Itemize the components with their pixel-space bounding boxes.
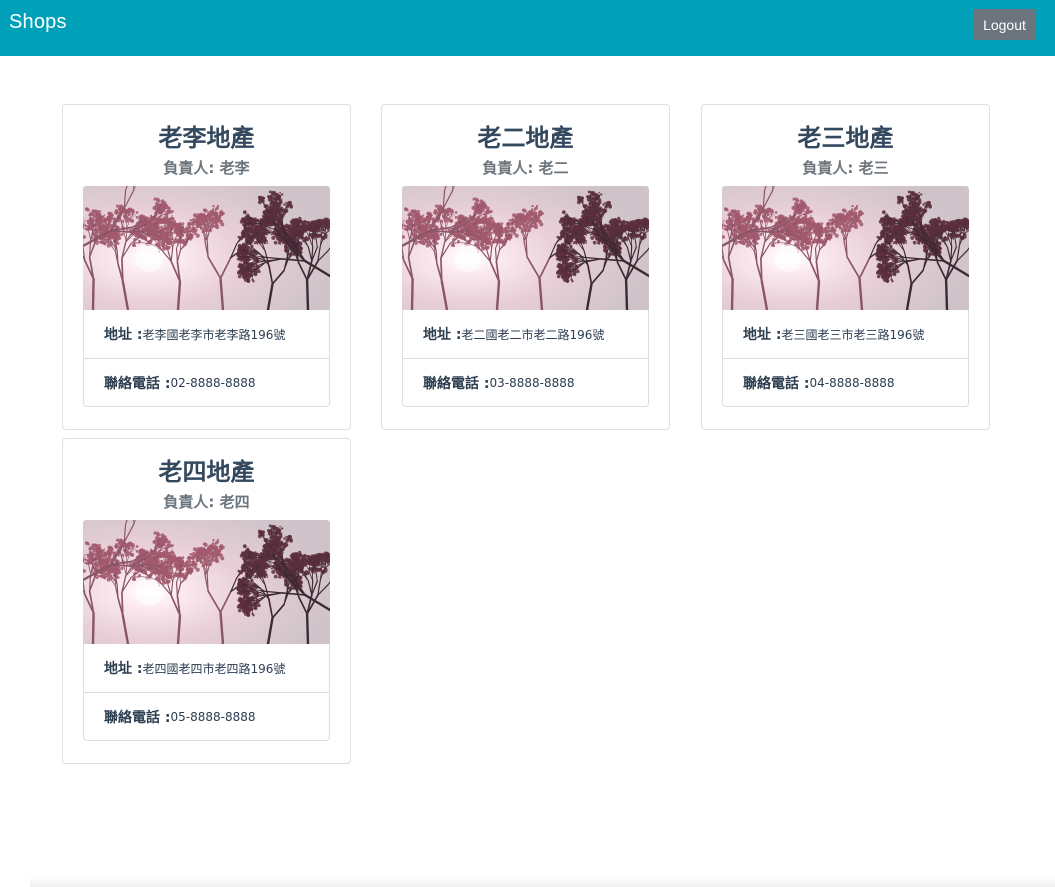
shop-photo: [402, 186, 649, 310]
bottom-shadow: [30, 875, 1055, 887]
address-item: 地址 : 老李國老李市老李路196號: [84, 310, 329, 358]
shop-info-list: 地址 : 老二國老二市老二路196號 聯絡電話 :03-8888-8888: [402, 310, 649, 407]
shop-card: 老四地產 負責人: 老四 地址 : 老四國老四市老四路196號 聯絡電話 :05-…: [62, 438, 351, 764]
address-label: 地址 :: [104, 327, 143, 343]
shop-name: 老三地產: [797, 124, 894, 152]
shop-manager: 負責人: 老三: [802, 159, 889, 177]
logout-button[interactable]: Logout: [973, 9, 1036, 40]
phone-label: 聯絡電話 :: [104, 375, 171, 392]
address-item: 地址 : 老四國老四市老四路196號: [84, 644, 329, 692]
shop-card: 老三地產 負責人: 老三 地址 : 老三國老三市老三路196號 聯絡電話 :04-…: [701, 104, 990, 430]
shop-info-list: 地址 : 老三國老三市老三路196號 聯絡電話 :04-8888-8888: [722, 310, 969, 407]
phone-item: 聯絡電話 :03-8888-8888: [403, 358, 648, 406]
shop-manager: 負責人: 老四: [163, 493, 250, 511]
shop-info-list: 地址 : 老李國老李市老李路196號 聯絡電話 :02-8888-8888: [83, 310, 330, 407]
address-label: 地址 :: [423, 327, 462, 343]
address-value: 老二國老二市老二路196號: [461, 327, 605, 342]
shop-photo: [83, 520, 330, 644]
phone-item: 聯絡電話 :02-8888-8888: [84, 358, 329, 406]
top-navbar: Shops Logout: [0, 0, 1055, 56]
address-label: 地址 :: [104, 661, 143, 677]
shop-photo: [83, 186, 330, 310]
shop-name: 老二地產: [477, 124, 574, 152]
address-label: 地址 :: [743, 327, 782, 343]
phone-value: 02-8888-8888: [170, 375, 256, 390]
shop-manager: 負責人: 老二: [482, 159, 569, 177]
phone-label: 聯絡電話 :: [423, 375, 490, 392]
phone-item: 聯絡電話 :05-8888-8888: [84, 692, 329, 740]
address-value: 老三國老三市老三路196號: [781, 327, 925, 342]
brand-link[interactable]: Shops: [9, 11, 67, 34]
blossom-branches-image: [83, 520, 330, 644]
address-item: 地址 : 老二國老二市老二路196號: [403, 310, 648, 358]
shop-name: 老李地產: [158, 124, 255, 152]
phone-label: 聯絡電話 :: [104, 709, 171, 726]
phone-item: 聯絡電話 :04-8888-8888: [723, 358, 968, 406]
phone-value: 03-8888-8888: [489, 375, 575, 390]
address-value: 老李國老李市老李路196號: [142, 327, 286, 342]
blossom-branches-image: [722, 186, 969, 310]
shop-info-list: 地址 : 老四國老四市老四路196號 聯絡電話 :05-8888-8888: [83, 644, 330, 741]
blossom-branches-image: [83, 186, 330, 310]
blossom-branches-image: [402, 186, 649, 310]
address-item: 地址 : 老三國老三市老三路196號: [723, 310, 968, 358]
shop-manager: 負責人: 老李: [163, 159, 250, 177]
phone-value: 05-8888-8888: [170, 709, 256, 724]
shop-card: 老李地產 負責人: 老李 地址 : 老李國老李市老李路196號 聯絡電話 :02-…: [62, 104, 351, 430]
address-value: 老四國老四市老四路196號: [142, 661, 286, 676]
shop-card: 老二地產 負責人: 老二 地址 : 老二國老二市老二路196號 聯絡電話 :03-…: [381, 104, 670, 430]
shop-photo: [722, 186, 969, 310]
phone-label: 聯絡電話 :: [743, 375, 810, 392]
shop-name: 老四地產: [158, 458, 255, 486]
phone-value: 04-8888-8888: [809, 375, 895, 390]
